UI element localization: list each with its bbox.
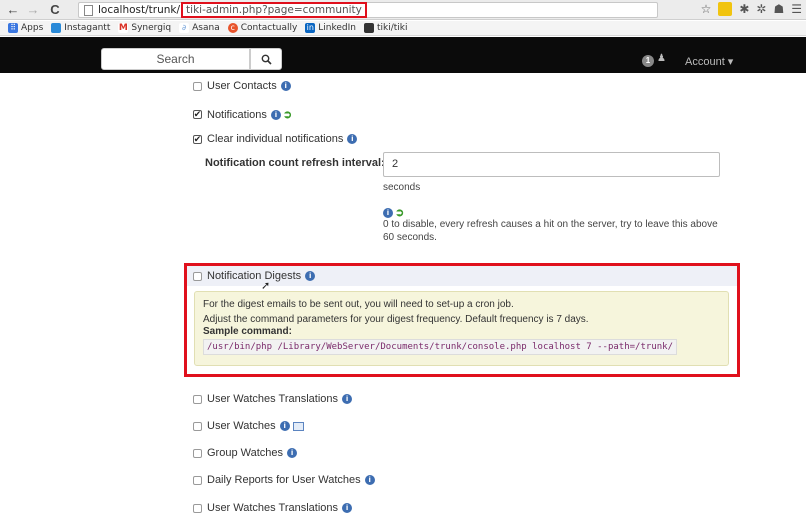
search-icon — [261, 54, 272, 65]
bookmark-synergiq[interactable]: M Synergiq — [118, 23, 171, 33]
url-host: localhost/trunk/ — [98, 4, 181, 16]
refresh-help-line1: 0 to disable, every refresh causes a hit… — [383, 219, 718, 230]
setting-label: Daily Reports for User Watches — [207, 474, 361, 486]
info-icon[interactable]: i — [342, 503, 353, 513]
group-watches-checkbox[interactable] — [193, 448, 202, 458]
linkedin-icon: in — [305, 23, 316, 33]
setting-label: Notifications — [207, 108, 267, 121]
url-path-highlighted: tiki-admin.php?page=community — [181, 2, 367, 18]
setting-label: User Contacts — [207, 80, 277, 92]
bookmark-linkedin[interactable]: in LinkedIn — [305, 23, 356, 33]
tiki-icon — [364, 23, 374, 33]
green-arrow-icon[interactable]: ➲ — [283, 108, 292, 121]
star-bookmark-icon[interactable]: ☆ — [701, 2, 712, 16]
setting-watches-translations: User Watches Translations i — [193, 393, 353, 405]
info-icon[interactable]: i — [270, 109, 281, 120]
bookmark-contactually[interactable]: c Contactually — [227, 23, 298, 33]
browser-toolbar: ← → C localhost/trunk/ tiki-admin.php?pa… — [0, 0, 806, 20]
user-contacts-checkbox[interactable] — [193, 81, 202, 91]
reload-icon[interactable]: C — [48, 2, 62, 17]
bookmark-label: Instagantt — [64, 23, 111, 33]
bookmark-instagantt[interactable]: Instagantt — [51, 23, 110, 33]
daily-reports-checkbox[interactable] — [193, 475, 202, 485]
menu-icon[interactable]: ☰ — [791, 2, 802, 16]
bookmark-tiki[interactable]: tiki/tiki — [364, 23, 408, 33]
bookmark-label: Asana — [192, 23, 220, 33]
refresh-interval-label: Notification count refresh interval: — [205, 157, 385, 169]
bookmark-asana[interactable]: ∂ Asana — [179, 23, 220, 33]
setting-label: User Watches — [207, 420, 276, 432]
notification-count-badge[interactable]: 1 — [642, 55, 654, 67]
extension-icons: ☆ ✱ ✲ ☗ ☰ — [701, 2, 802, 16]
list-icon[interactable] — [292, 421, 304, 431]
bookmark-label: Apps — [21, 23, 44, 33]
search-input[interactable]: Search — [101, 48, 250, 70]
apps-grid-icon: ⠿ — [8, 23, 18, 33]
page-icon — [84, 4, 93, 16]
extension-icon[interactable] — [718, 2, 733, 16]
setting-user-contacts: User Contacts i — [193, 80, 291, 92]
help-icons: i ➲ — [383, 206, 404, 219]
puzzle-icon[interactable]: ✱ — [739, 2, 749, 16]
bookmarks-bar: ⠿ Apps Instagantt M Synergiq ∂ Asana c Conta… — [0, 21, 806, 36]
setting-watches-translations-2: User Watches Translations i — [193, 502, 353, 514]
account-menu[interactable]: Account ▾ — [685, 55, 733, 68]
setting-label: Group Watches — [207, 447, 284, 459]
notifications-checkbox[interactable]: ✔ — [193, 110, 202, 119]
watches-translations-checkbox[interactable] — [193, 394, 202, 404]
setting-label: Clear individual notifications — [207, 133, 344, 145]
bookmark-apps[interactable]: ⠿ Apps — [8, 23, 43, 33]
instagantt-icon — [51, 23, 62, 33]
info-icon[interactable]: i — [383, 207, 393, 218]
gear-icon[interactable]: ✲ — [756, 2, 766, 16]
info-icon[interactable]: i — [280, 81, 291, 91]
bookmark-label: tiki/tiki — [377, 23, 408, 33]
bookmark-label: Contactually — [240, 23, 298, 33]
info-icon[interactable]: i — [342, 394, 353, 404]
forward-arrow-icon[interactable]: → — [26, 2, 40, 17]
info-icon[interactable]: i — [347, 134, 358, 144]
setting-clear-notifications: ✔ Clear individual notifications i — [193, 133, 358, 145]
back-arrow-icon[interactable]: ← — [6, 2, 20, 17]
clear-notifications-checkbox[interactable]: ✔ — [193, 134, 202, 144]
refresh-help-line2: 60 seconds. — [383, 232, 437, 243]
bookmark-label: Synergiq — [131, 23, 172, 33]
extension-icon[interactable]: ☗ — [773, 2, 784, 16]
address-bar[interactable]: localhost/trunk/ tiki-admin.php?page=com… — [78, 2, 658, 18]
setting-label: User Watches Translations — [207, 502, 339, 514]
setting-user-watches: User Watches i — [193, 420, 304, 432]
setting-group-watches: Group Watches i — [193, 447, 298, 459]
green-arrow-icon[interactable]: ➲ — [395, 206, 404, 219]
info-icon[interactable]: i — [279, 421, 290, 431]
info-icon[interactable]: i — [287, 448, 298, 458]
bookmark-label: LinkedIn — [318, 23, 356, 33]
watches-translations-2-checkbox[interactable] — [193, 503, 202, 513]
gmail-icon: M — [118, 23, 129, 33]
setting-daily-reports: Daily Reports for User Watches i — [193, 474, 375, 486]
bell-icon[interactable]: ♟ — [657, 53, 666, 64]
asana-icon: ∂ — [179, 23, 190, 33]
refresh-unit: seconds — [383, 182, 421, 193]
setting-label: User Watches Translations — [207, 393, 339, 405]
refresh-interval-input[interactable]: 2 — [383, 152, 720, 177]
user-watches-checkbox[interactable] — [193, 421, 202, 431]
setting-notifications: ✔ Notifications i ➲ — [193, 108, 292, 121]
info-icon[interactable]: i — [364, 475, 375, 485]
contactually-icon: c — [227, 23, 238, 33]
highlight-frame — [184, 263, 740, 377]
search-button[interactable] — [250, 48, 282, 70]
